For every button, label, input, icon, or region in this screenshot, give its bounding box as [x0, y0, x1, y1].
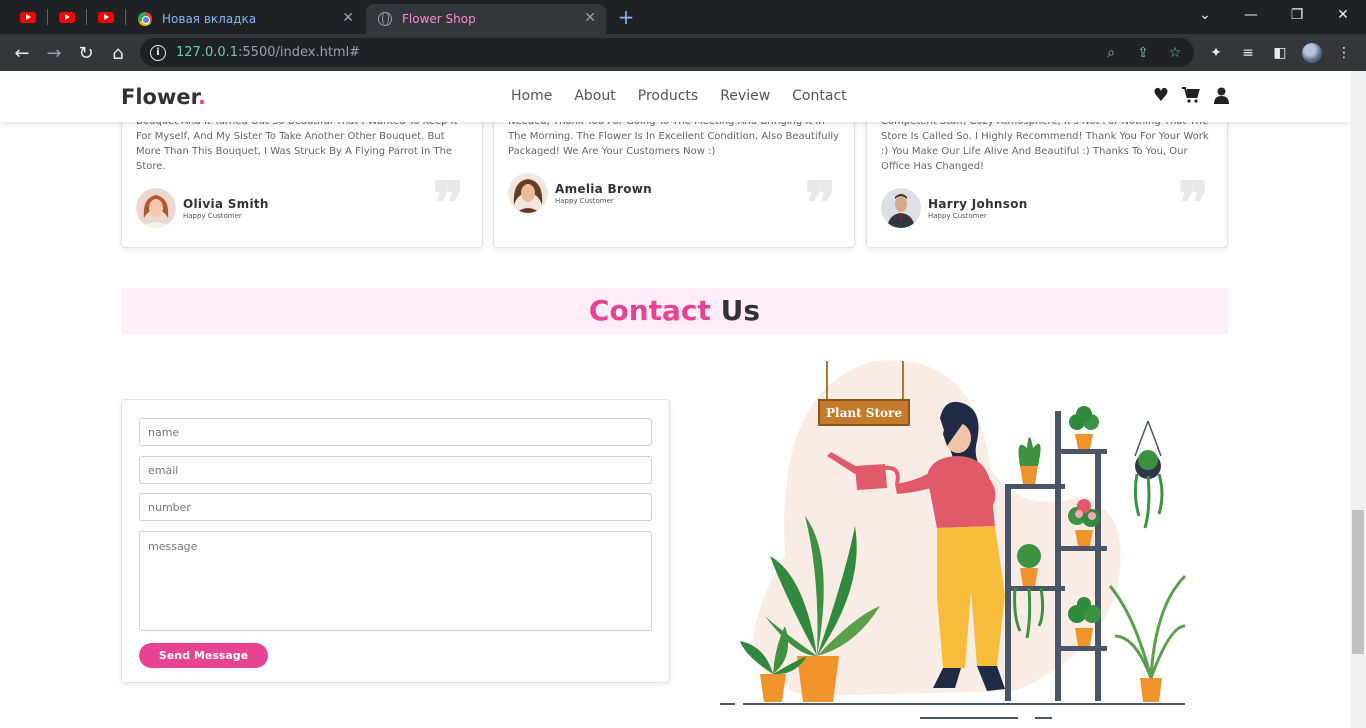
reviewer-photo [881, 188, 921, 228]
main-nav: Home About Products Review Contact [511, 88, 847, 104]
site-logo[interactable]: Flower. [121, 85, 206, 109]
send-message-button[interactable]: Send Message [139, 643, 268, 668]
profile-avatar[interactable] [1302, 43, 1322, 63]
youtube-icon [59, 11, 75, 23]
youtube-icon [20, 11, 36, 23]
site-header: Flower. Home About Products Review Conta… [0, 71, 1350, 122]
youtube-icon [98, 11, 114, 23]
site-info-icon[interactable]: i [150, 44, 166, 61]
reviewer-role: Happy Customer [183, 211, 242, 220]
reviewer-role: Happy Customer [928, 211, 987, 220]
email-field[interactable]: email [139, 456, 652, 484]
reviewer-name: Olivia Smith [183, 196, 269, 211]
plant-store-sign-text: Plant Store [826, 406, 902, 420]
forward-button[interactable]: → [42, 41, 66, 65]
media-control-icon[interactable]: ≡ [1238, 43, 1258, 63]
review-card: Competent Staff, Cozy Atmosphere, It's N… [866, 101, 1228, 248]
tab-divider [47, 9, 48, 25]
tab-divider [86, 9, 87, 25]
close-window-button[interactable]: ✕ [1332, 6, 1354, 24]
review-card: Bouquet And It Turned Out So Beautiful T… [121, 101, 483, 248]
extensions-icon[interactable]: ✦ [1206, 43, 1226, 63]
globe-icon [378, 12, 392, 26]
reviewer-name: Harry Johnson [928, 196, 1028, 211]
pinned-tab-youtube-3[interactable] [88, 5, 124, 29]
reviewer: Harry Johnson Happy Customer [881, 188, 1028, 228]
browser-tab-strip: Новая вкладка ✕ Flower Shop ✕ + ⌄ — ❐ ✕ [0, 0, 1366, 34]
tab-search-icon[interactable]: ⌄ [1194, 6, 1216, 24]
url-text: 127.0.0.1:5500/index.html# [176, 45, 361, 60]
close-tab-icon[interactable]: ✕ [584, 11, 596, 25]
address-bar[interactable]: i 127.0.0.1:5500/index.html# ⌕ ⇪ ☆ [140, 38, 1194, 67]
minimize-button[interactable]: — [1240, 6, 1262, 24]
section-heading: Contact Us [588, 294, 761, 327]
contact-form: name email number message Send Message [121, 399, 670, 683]
restore-button[interactable]: ❐ [1286, 6, 1308, 24]
page-viewport: Bouquet And It Turned Out So Beautiful T… [0, 71, 1350, 728]
home-button[interactable]: ⌂ [106, 41, 130, 65]
page-scrollbar[interactable] [1350, 71, 1366, 728]
quote-icon: ❞ [432, 169, 464, 237]
nav-contact[interactable]: Contact [792, 88, 846, 104]
quote-icon: ❞ [804, 169, 836, 237]
tab-flower-shop[interactable]: Flower Shop ✕ [366, 4, 606, 34]
back-button[interactable]: ← [10, 41, 34, 65]
nav-home[interactable]: Home [511, 88, 552, 104]
chrome-icon [138, 12, 152, 26]
quote-icon: ❞ [1177, 169, 1209, 237]
cart-icon[interactable] [1181, 85, 1201, 105]
browser-toolbar: ← → ↻ ⌂ i 127.0.0.1:5500/index.html# ⌕ ⇪… [0, 34, 1366, 71]
nav-about[interactable]: About [574, 88, 615, 104]
reload-button[interactable]: ↻ [74, 41, 98, 65]
reviewer-name: Amelia Brown [555, 181, 652, 196]
share-icon[interactable]: ⇪ [1134, 44, 1152, 62]
bookmark-star-icon[interactable]: ☆ [1166, 44, 1184, 62]
pinned-tab-youtube-2[interactable] [49, 5, 85, 29]
reviewer: Olivia Smith Happy Customer [136, 188, 269, 228]
reviewer: Amelia Brown Happy Customer [508, 173, 652, 213]
review-card: Needed, Thank You For Going To The Meeti… [493, 101, 855, 248]
menu-kebab-icon[interactable]: ⋮ [1334, 43, 1354, 63]
name-field[interactable]: name [139, 418, 652, 446]
tab-new-tab[interactable]: Новая вкладка ✕ [126, 4, 364, 34]
message-textarea[interactable]: message [139, 531, 652, 631]
close-tab-icon[interactable]: ✕ [342, 11, 354, 25]
reviewer-role: Happy Customer [555, 196, 614, 205]
header-icons: ♥ [1151, 85, 1231, 106]
nav-products[interactable]: Products [638, 88, 698, 104]
pinned-tab-youtube-1[interactable] [10, 5, 46, 29]
plant-store-illustration: Plant Store [720, 360, 1187, 719]
scrollbar-thumb[interactable] [1352, 510, 1364, 654]
new-tab-button[interactable]: + [614, 6, 638, 28]
review-text: Bouquet And It Turned Out So Beautiful T… [136, 116, 457, 172]
zoom-icon[interactable]: ⌕ [1102, 44, 1120, 62]
tab-title: Flower Shop [402, 12, 476, 26]
tab-title: Новая вкладка [162, 12, 257, 26]
user-icon[interactable] [1211, 85, 1231, 105]
side-panel-icon[interactable]: ◧ [1270, 43, 1290, 63]
reviewer-photo [136, 188, 176, 228]
heart-icon[interactable]: ♥ [1151, 85, 1171, 106]
number-field[interactable]: number [139, 493, 652, 521]
nav-review[interactable]: Review [720, 88, 770, 104]
contact-heading-band: Contact Us [121, 288, 1228, 334]
review-text: Competent Staff, Cozy Atmosphere, It's N… [881, 116, 1209, 172]
reviewer-photo [508, 173, 548, 213]
